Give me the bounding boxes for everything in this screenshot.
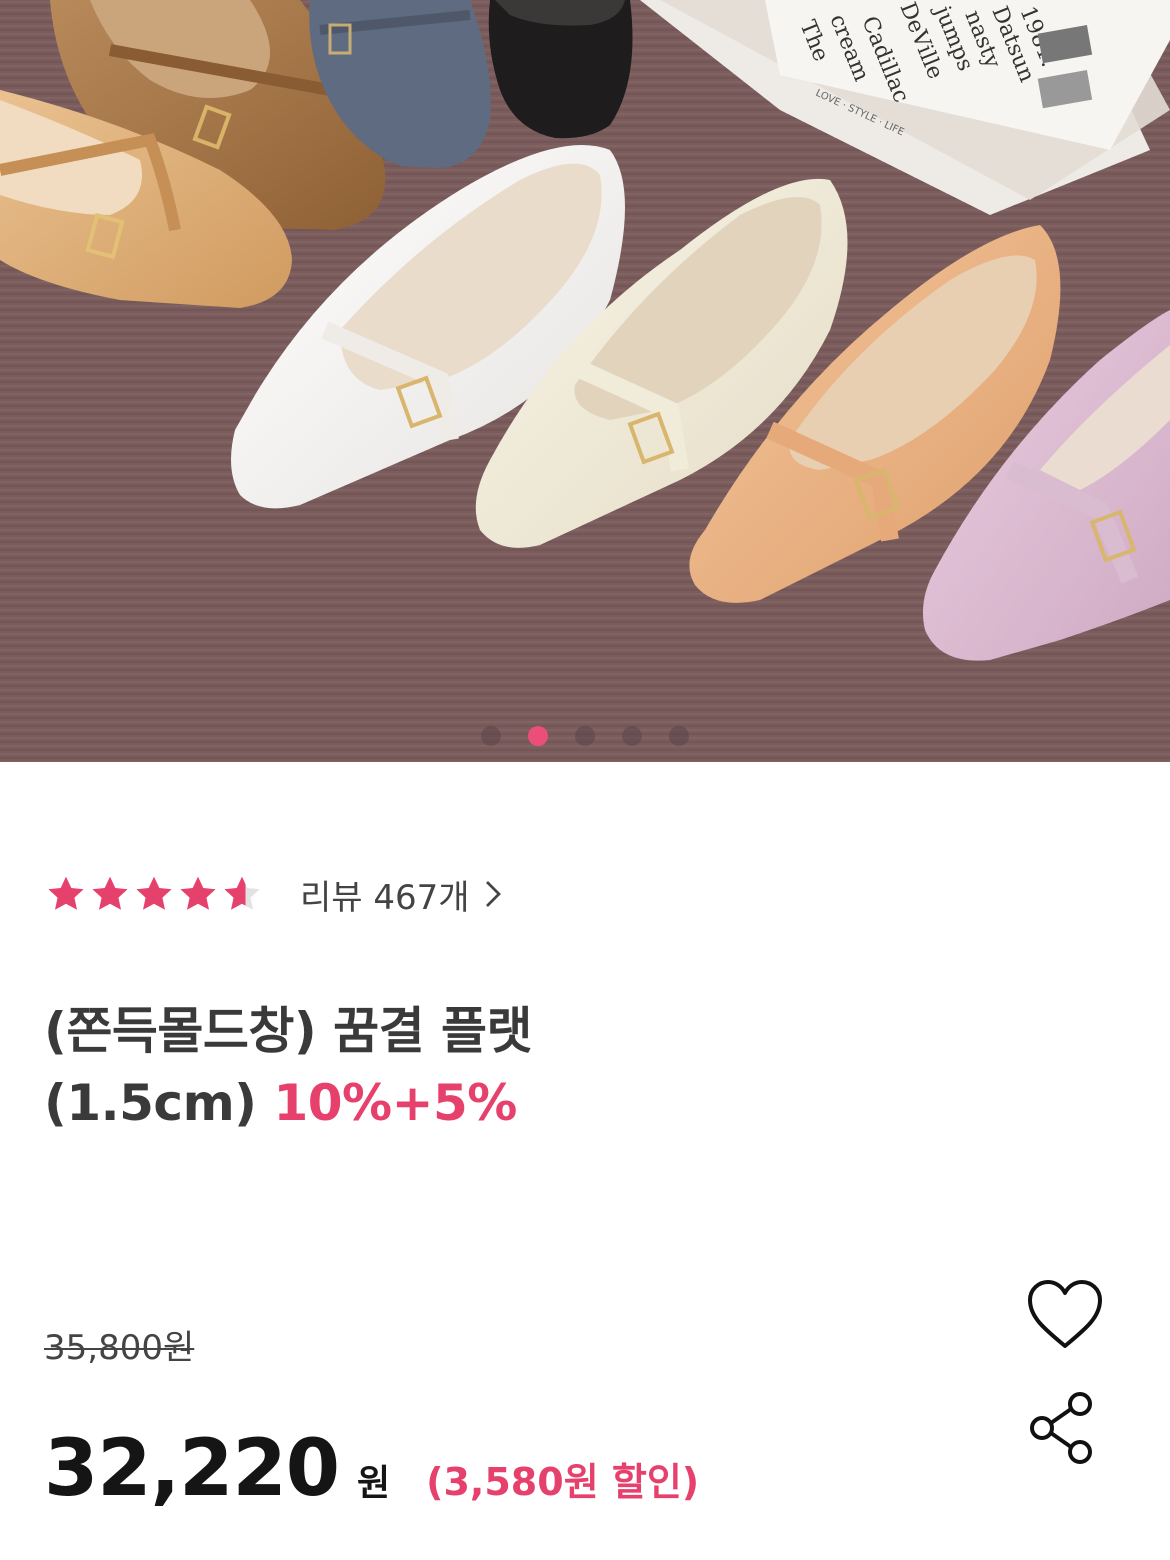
carousel-dot[interactable] <box>481 726 501 746</box>
currency-label: 원 <box>357 1463 391 1504</box>
sale-price: 32,220 <box>44 1424 340 1514</box>
discount-amount: (3,580원 할인) <box>426 1460 700 1504</box>
carousel-indicator <box>0 726 1170 746</box>
original-price: 35,800원 <box>44 1328 195 1368</box>
review-count-link[interactable]: 리뷰 467개 <box>300 870 502 919</box>
product-title: (쫀득몰드창) 꿈결 플랫 (1.5cm) 10%+5% <box>44 995 944 1139</box>
heart-icon[interactable] <box>1026 1278 1104 1352</box>
carousel-dot[interactable] <box>575 726 595 746</box>
carousel-dot-active[interactable] <box>528 726 548 746</box>
carousel-dot[interactable] <box>669 726 689 746</box>
star-icon <box>136 876 172 910</box>
product-image-carousel[interactable]: The cream Cadillac DeVille jumps nasty D… <box>0 0 1170 762</box>
star-icon <box>180 876 216 910</box>
promo-badge: 10%+5% <box>273 1074 517 1132</box>
product-title-line1: (쫀득몰드창) 꿈결 플랫 <box>44 1002 533 1060</box>
star-icon <box>92 876 128 910</box>
review-count-label: 리뷰 467개 <box>300 877 470 918</box>
rating-row: 리뷰 467개 <box>44 866 502 922</box>
product-photo: The cream Cadillac DeVille jumps nasty D… <box>0 0 1170 762</box>
carousel-dot[interactable] <box>622 726 642 746</box>
star-rating <box>44 872 264 916</box>
sale-price-row: 32,220 원 (3,580원 할인) <box>44 1424 699 1514</box>
chevron-right-icon <box>485 881 501 907</box>
share-icon[interactable] <box>1028 1390 1098 1466</box>
half-star-icon <box>224 876 260 910</box>
star-icon <box>48 876 84 910</box>
product-title-line2: (1.5cm) <box>44 1074 257 1132</box>
